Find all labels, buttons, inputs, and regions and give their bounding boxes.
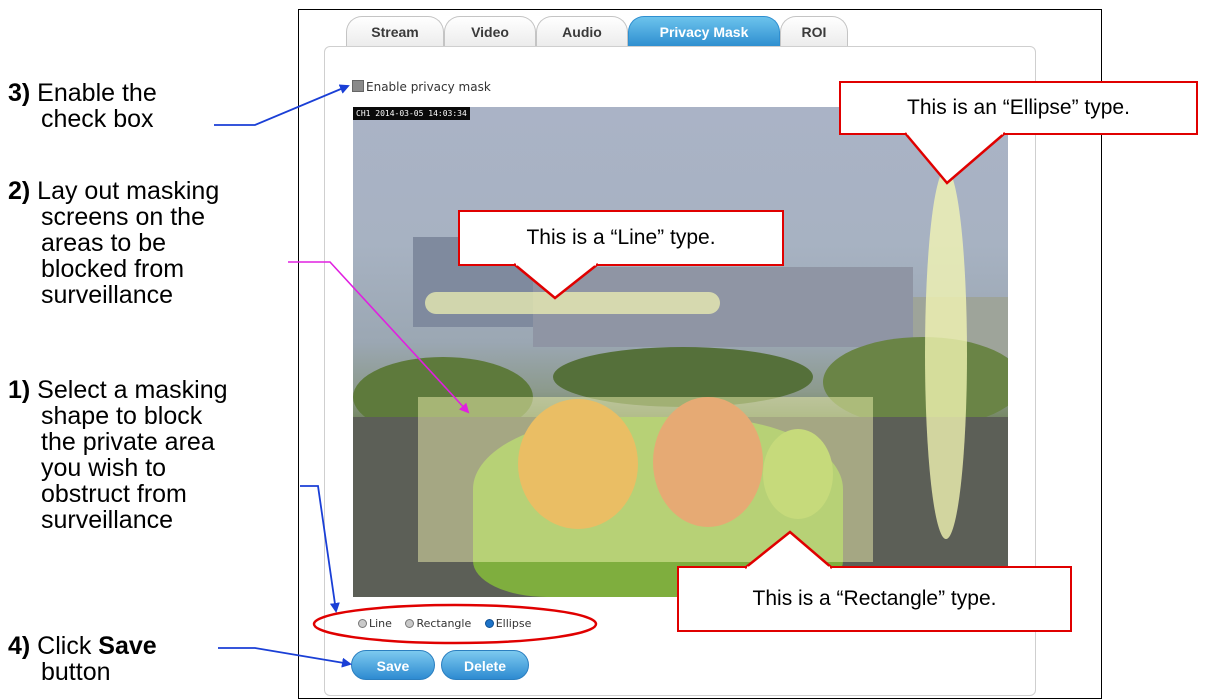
annotation-overlay [214,84,1006,668]
arrow-step-1 [300,485,340,613]
arrow-step-3 [214,84,350,126]
line-callout-pointer [513,263,599,300]
ellipse-callout-pointer [904,132,1006,185]
rectangle-callout-pointer [744,530,833,569]
arrow-step-4 [218,647,352,668]
arrow-step-2 [288,261,470,414]
radio-highlight-ellipse [312,603,598,645]
